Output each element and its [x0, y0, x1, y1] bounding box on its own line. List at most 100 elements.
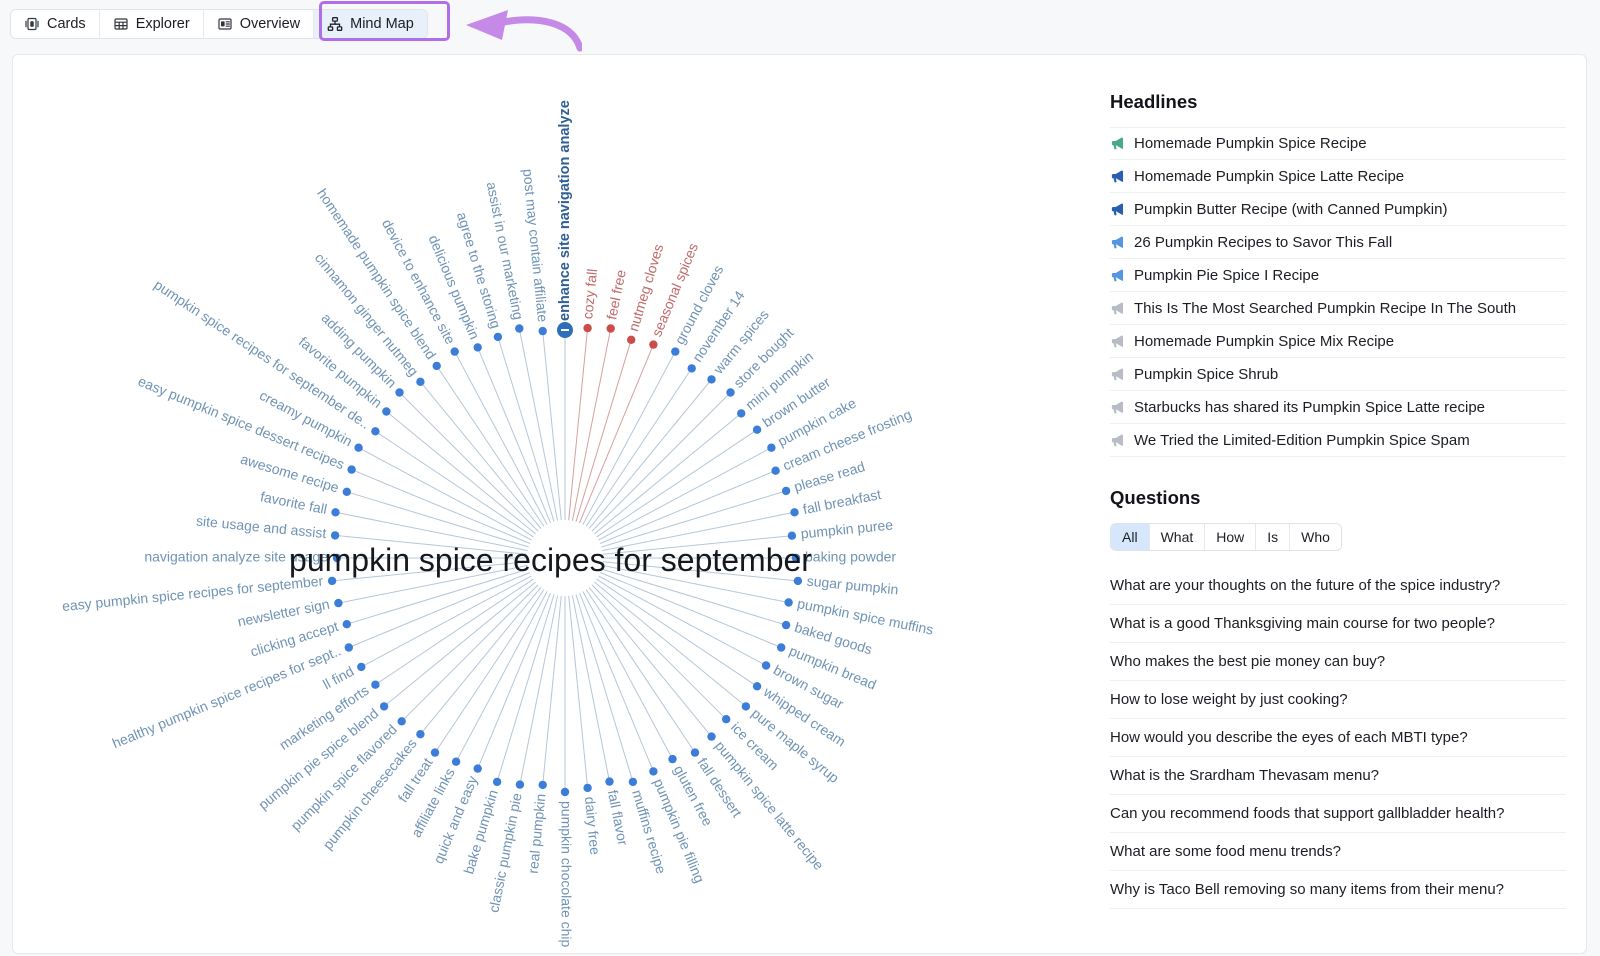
question-item[interactable]: What are your thoughts on the future of …: [1110, 567, 1566, 605]
mind-map-node-dot[interactable]: [516, 780, 524, 788]
question-item[interactable]: How would you describe the eyes of each …: [1110, 719, 1566, 757]
mind-map-node-label[interactable]: fall flavor: [605, 789, 632, 847]
mind-map-node-label[interactable]: real pumpkin: [525, 793, 549, 874]
question-item[interactable]: Can you recommend foods that support gal…: [1110, 795, 1566, 833]
mind-map-node-dot[interactable]: [515, 324, 523, 332]
headline-item[interactable]: Homemade Pumpkin Spice Latte Recipe: [1110, 160, 1566, 193]
mind-map-node-dot[interactable]: [452, 758, 460, 766]
mind-map-node-dot[interactable]: [334, 599, 342, 607]
mind-map-node-dot[interactable]: [416, 378, 424, 386]
mind-map-node-label[interactable]: baking powder: [805, 549, 896, 565]
tab-mind-map[interactable]: Mind Map: [314, 10, 427, 38]
mind-map-node-dot[interactable]: [474, 343, 482, 351]
tab-explorer[interactable]: Explorer: [100, 10, 204, 38]
mind-map-node-dot[interactable]: [788, 532, 796, 540]
mind-map-node-label[interactable]: enhance site navigation analyze: [557, 100, 573, 321]
mind-map-node-dot[interactable]: [539, 781, 547, 789]
question-item[interactable]: Why is Taco Bell removing so many items …: [1110, 871, 1566, 909]
question-item[interactable]: How to lose weight by just cooking?: [1110, 681, 1566, 719]
mind-map-node-dot[interactable]: [416, 730, 424, 738]
mind-map-node-label[interactable]: fall breakfast: [801, 486, 882, 517]
mind-map-node-label[interactable]: favorite fall: [259, 488, 329, 517]
mind-map-node-dot[interactable]: [382, 407, 390, 415]
mind-map-node-dot[interactable]: [668, 755, 676, 763]
mind-map-node-label[interactable]: post may contain affiliate: [520, 168, 551, 323]
question-filter-is[interactable]: Is: [1256, 524, 1290, 550]
question-item[interactable]: What are some food menu trends?: [1110, 833, 1566, 871]
question-item[interactable]: What is the Srardham Thevasam menu?: [1110, 757, 1566, 795]
mind-map-node-dot[interactable]: [398, 717, 406, 725]
mind-map-node-dot[interactable]: [494, 333, 502, 341]
headline-item[interactable]: Pumpkin Pie Spice I Recipe: [1110, 259, 1566, 292]
mind-map-node-dot[interactable]: [347, 465, 355, 473]
mind-map-node-dot[interactable]: [357, 663, 365, 671]
headline-item[interactable]: Pumpkin Butter Recipe (with Canned Pumpk…: [1110, 193, 1566, 226]
mind-map-node-dot[interactable]: [777, 643, 785, 651]
mind-map-node-dot[interactable]: [722, 715, 730, 723]
radial-mind-map[interactable]: enhance site navigation analyze cozy fall…: [13, 55, 1088, 953]
mind-map-node-dot[interactable]: [331, 531, 339, 539]
headline-item[interactable]: We Tried the Limited-Edition Pumpkin Spi…: [1110, 424, 1566, 457]
mind-map-node-label[interactable]: site usage and assist: [195, 512, 327, 541]
mind-map-node-dot[interactable]: [371, 427, 379, 435]
mind-map-node-dot[interactable]: [792, 554, 800, 562]
mind-map-node-dot[interactable]: [539, 327, 547, 335]
tab-cards[interactable]: Cards: [11, 10, 100, 38]
question-filter-who[interactable]: Who: [1290, 524, 1341, 550]
mind-map-node-label[interactable]: ll find: [320, 663, 356, 693]
tab-overview[interactable]: Overview: [204, 10, 314, 38]
mind-map-node-dot[interactable]: [782, 487, 790, 495]
mind-map-node-dot[interactable]: [431, 748, 439, 756]
mind-map-node-dot[interactable]: [343, 620, 351, 628]
mind-map-node-dot[interactable]: [784, 598, 792, 606]
mind-map-node-dot[interactable]: [691, 748, 699, 756]
mind-map-node-dot[interactable]: [629, 778, 637, 786]
mind-map-node-dot[interactable]: [605, 777, 613, 785]
mind-map-node-dot[interactable]: [583, 784, 591, 792]
mind-map-node-dot[interactable]: [474, 764, 482, 772]
mind-map-node-dot[interactable]: [671, 347, 679, 355]
question-item[interactable]: What is a good Thanksgiving main course …: [1110, 605, 1566, 643]
mind-map-node-dot[interactable]: [762, 661, 770, 669]
mind-map-node-dot[interactable]: [561, 788, 569, 796]
mind-map-node-dot[interactable]: [607, 324, 615, 332]
mind-map-node-dot[interactable]: [688, 364, 696, 372]
mind-map-node-dot[interactable]: [753, 426, 761, 434]
question-item[interactable]: Who makes the best pie money can buy?: [1110, 643, 1566, 681]
mind-map-node-dot[interactable]: [380, 702, 388, 710]
mind-map-node-dot[interactable]: [345, 643, 353, 651]
mind-map-node-dot[interactable]: [451, 347, 459, 355]
mind-map-node-dot[interactable]: [649, 767, 657, 775]
mind-map-node-dot[interactable]: [433, 362, 441, 370]
mind-map-node-dot[interactable]: [742, 702, 750, 710]
mind-map-node-dot[interactable]: [790, 508, 798, 516]
mind-map-node-dot[interactable]: [583, 324, 591, 332]
mind-map-node-dot[interactable]: [395, 388, 403, 396]
mind-map-node-dot[interactable]: [331, 508, 339, 516]
mind-map-node-dot[interactable]: [627, 336, 635, 344]
mind-map-node-label[interactable]: navigation analyze site usage: [144, 549, 328, 565]
headline-item[interactable]: This Is The Most Searched Pumpkin Recipe…: [1110, 292, 1566, 325]
mind-map-node-label[interactable]: pumpkin chocolate chip: [558, 801, 574, 948]
mind-map-node-dot[interactable]: [707, 732, 715, 740]
mind-map-node-dot[interactable]: [707, 375, 715, 383]
mind-map-node-dot[interactable]: [753, 682, 761, 690]
question-filter-all[interactable]: All: [1111, 524, 1150, 550]
question-filter-how[interactable]: How: [1205, 524, 1256, 550]
mind-map-node-dot[interactable]: [371, 681, 379, 689]
mind-map-node-dot[interactable]: [649, 340, 657, 348]
mind-map-node-dot[interactable]: [782, 621, 790, 629]
mind-map-node-dot[interactable]: [354, 444, 362, 452]
headline-item[interactable]: Starbucks has shared its Pumpkin Spice L…: [1110, 391, 1566, 424]
mind-map-node-dot[interactable]: [767, 444, 775, 452]
mind-map-node-label[interactable]: cozy fall: [579, 268, 600, 320]
mind-map-node-dot[interactable]: [333, 554, 341, 562]
mind-map-node-label[interactable]: pumpkin puree: [800, 516, 894, 541]
mind-map-node-dot[interactable]: [328, 577, 336, 585]
question-filter-what[interactable]: What: [1150, 524, 1206, 550]
headline-item[interactable]: 26 Pumpkin Recipes to Savor This Fall: [1110, 226, 1566, 259]
mind-map-node-label[interactable]: feel free: [603, 268, 629, 321]
mind-map-node-dot[interactable]: [493, 778, 501, 786]
headline-item[interactable]: Homemade Pumpkin Spice Mix Recipe: [1110, 325, 1566, 358]
headline-item[interactable]: Homemade Pumpkin Spice Recipe: [1110, 127, 1566, 160]
